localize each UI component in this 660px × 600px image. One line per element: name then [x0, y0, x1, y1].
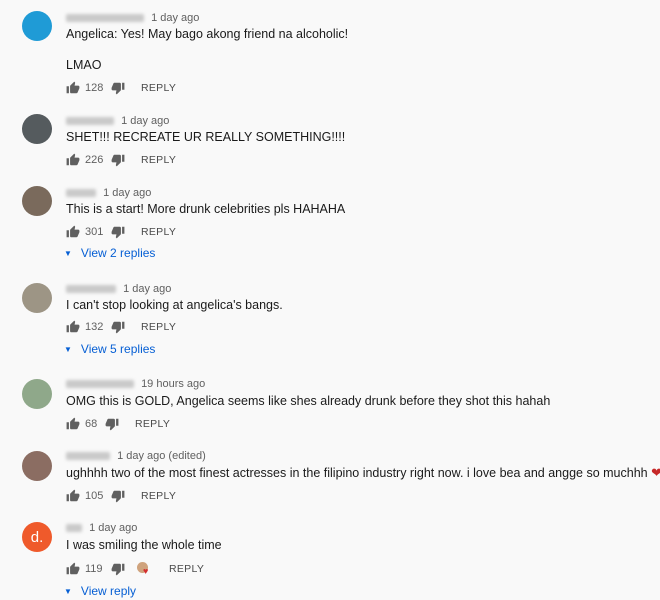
avatar[interactable] [22, 283, 52, 313]
thumbs-down-icon[interactable] [111, 320, 125, 334]
comment-text-body: ughhhh two of the most finest actresses … [66, 466, 648, 480]
comment-header: 1 day ago [66, 282, 171, 296]
author-name-blurred[interactable] [66, 285, 116, 294]
thumbs-up-icon[interactable] [66, 225, 80, 239]
comment-text-line: LMAO [66, 58, 102, 72]
thumbs-down-icon[interactable] [111, 562, 125, 576]
avatar[interactable] [22, 186, 52, 216]
comment-header: 1 day ago [66, 521, 137, 535]
avatar[interactable] [22, 11, 52, 41]
comments-section: 1 day ago Angelica: Yes! May bago akong … [0, 0, 660, 600]
like-count: 119 [85, 563, 103, 575]
comment-timestamp[interactable]: 1 day ago [123, 283, 171, 295]
like-count: 68 [85, 418, 98, 430]
comment-text: I was smiling the whole time [66, 538, 222, 552]
thumbs-up-icon[interactable] [66, 81, 80, 95]
comment-timestamp[interactable]: 1 day ago [121, 115, 169, 127]
view-replies-label: View 2 replies [80, 246, 156, 260]
reply-button[interactable]: REPLY [141, 490, 176, 502]
reply-button[interactable]: REPLY [141, 226, 176, 238]
thumbs-up-icon[interactable] [66, 489, 80, 503]
thumbs-down-icon[interactable] [111, 489, 125, 503]
comment-text: SHET!!! RECREATE UR REALLY SOMETHING!!!! [66, 130, 346, 144]
comment-timestamp[interactable]: 19 hours ago [141, 378, 205, 390]
author-name-blurred[interactable] [66, 189, 96, 198]
comment-text: ughhhh two of the most finest actresses … [66, 465, 660, 481]
reply-button[interactable]: REPLY [169, 563, 204, 575]
author-name-blurred[interactable] [66, 524, 82, 533]
like-count: 128 [85, 82, 104, 94]
avatar[interactable]: d. [22, 522, 52, 552]
thumbs-down-icon[interactable] [111, 81, 125, 95]
comment-actions: 68 REPLY [66, 416, 170, 432]
like-count: 226 [85, 154, 104, 166]
comment-text: Angelica: Yes! May bago akong friend na … [66, 27, 349, 41]
comment-actions: 105 REPLY [66, 488, 176, 504]
avatar[interactable] [22, 451, 52, 481]
author-name-blurred[interactable] [66, 380, 134, 389]
view-replies-label: View 5 replies [80, 342, 156, 356]
heart-emoji: ❤ [651, 465, 660, 480]
chevron-down-icon: ▼ [64, 586, 72, 596]
author-name-blurred[interactable] [66, 452, 110, 461]
avatar[interactable] [22, 114, 52, 144]
view-replies-button[interactable]: ▼ View reply [64, 583, 136, 599]
comment-text: OMG this is GOLD, Angelica seems like sh… [66, 394, 551, 408]
thumbs-down-icon[interactable] [111, 153, 125, 167]
comment-header: 1 day ago [66, 186, 151, 200]
view-replies-button[interactable]: ▼ View 5 replies [64, 341, 155, 357]
comment-actions: 226 REPLY [66, 152, 176, 168]
thumbs-up-icon[interactable] [66, 417, 80, 431]
comment-header: 19 hours ago [66, 377, 205, 391]
avatar-letter: d. [30, 528, 44, 546]
reply-button[interactable]: REPLY [135, 418, 170, 430]
view-replies-button[interactable]: ▼ View 2 replies [64, 245, 155, 261]
reply-button[interactable]: REPLY [141, 321, 176, 333]
view-replies-label: View reply [80, 584, 137, 598]
thumbs-up-icon[interactable] [66, 562, 80, 576]
comment-header: 1 day ago (edited) [66, 449, 206, 463]
chevron-down-icon: ▼ [64, 344, 72, 354]
comment-actions: 132 REPLY [66, 319, 176, 335]
thumbs-down-icon[interactable] [111, 225, 125, 239]
comment-text: This is a start! More drunk celebrities … [66, 202, 346, 216]
comment-timestamp[interactable]: 1 day ago (edited) [117, 450, 206, 462]
like-count: 301 [85, 226, 104, 238]
creator-heart-icon: ♥ [137, 562, 153, 576]
author-name-blurred[interactable] [66, 117, 114, 126]
avatar[interactable] [22, 379, 52, 409]
heart-icon: ♥ [143, 566, 149, 576]
comment-actions: 128 REPLY [66, 80, 176, 96]
thumbs-up-icon[interactable] [66, 153, 80, 167]
comment-timestamp[interactable]: 1 day ago [151, 12, 199, 24]
like-count: 105 [85, 490, 104, 502]
comment-timestamp[interactable]: 1 day ago [103, 187, 151, 199]
thumbs-up-icon[interactable] [66, 320, 80, 334]
comment-actions: 301 REPLY [66, 224, 176, 240]
reply-button[interactable]: REPLY [141, 82, 176, 94]
comment-text: I can't stop looking at angelica's bangs… [66, 298, 283, 312]
reply-button[interactable]: REPLY [141, 154, 176, 166]
thumbs-down-icon[interactable] [105, 417, 119, 431]
author-name-blurred[interactable] [66, 14, 144, 23]
comment-timestamp[interactable]: 1 day ago [89, 522, 137, 534]
comment-actions: 119 ♥ REPLY [66, 561, 204, 577]
comment-header: 1 day ago [66, 114, 169, 128]
chevron-down-icon: ▼ [64, 248, 72, 258]
comment-header: 1 day ago [66, 11, 199, 25]
like-count: 132 [85, 321, 104, 333]
